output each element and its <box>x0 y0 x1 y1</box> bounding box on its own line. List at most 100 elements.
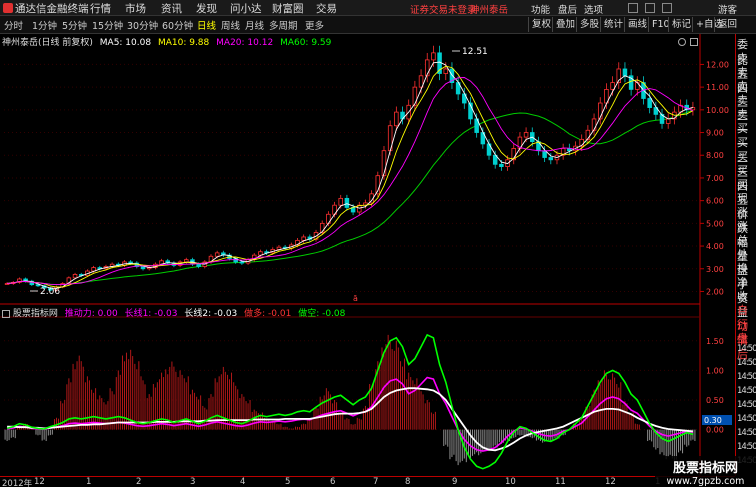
tab-period-more[interactable]: 更多 <box>305 18 324 32</box>
menu-item-wealth[interactable]: 财富圈 <box>272 1 304 16</box>
date-tick-label: 6 <box>330 477 336 487</box>
tab-period-daily[interactable]: 日线 <box>197 18 216 32</box>
price-tick-label: 10.00 <box>706 106 729 115</box>
indicator-legend: 股票指标网 推动力: 0.00 长线1: -0.03 长线2: -0.03 做多… <box>2 306 345 319</box>
tab-period-1min[interactable]: 1分钟 <box>32 18 57 32</box>
current-value-label: 0.30 <box>704 416 722 425</box>
candle-body <box>610 82 615 90</box>
price-tick-label: 7.00 <box>706 174 724 183</box>
menu-item-trade[interactable]: 交易 <box>316 1 337 16</box>
multi-stock-button[interactable]: 多股 <box>576 17 602 32</box>
date-tick-label: 11 <box>555 477 566 487</box>
price-tick-label: 8.00 <box>706 151 724 160</box>
indicator-tick-label: 1.00 <box>706 366 724 375</box>
menu-item-quotes[interactable]: 行情 <box>90 1 111 16</box>
candle-body <box>301 236 306 241</box>
price-tick-label: 2.00 <box>706 287 724 296</box>
date-tick-label: 12 <box>605 477 616 487</box>
window-restore-icon[interactable] <box>645 3 655 13</box>
candle-body <box>184 259 189 263</box>
draw-line-button[interactable]: 画线 <box>624 17 650 32</box>
candle-body <box>196 263 201 267</box>
menu-item-after-hours[interactable]: 盘后 <box>558 2 577 16</box>
tab-period-60min[interactable]: 60分钟 <box>162 18 193 32</box>
price-tick-label: 12.00 <box>706 60 729 69</box>
side-panel-item: 14:50 <box>737 428 756 438</box>
candle-body <box>548 157 554 161</box>
cursor-marker: ā <box>353 294 358 303</box>
date-tick-label: 9 <box>452 477 458 487</box>
menu-item-function[interactable]: 功能 <box>531 2 550 16</box>
menu-bar: 通达信金融终端 行情 市场 资讯 发现 问小达 财富圈 交易 证券交易未登录 神… <box>0 0 756 16</box>
indicator-tick-label: 1.50 <box>706 337 724 346</box>
indicator-long-label: 做多: -0.01 <box>244 309 292 319</box>
menu-item-options[interactable]: 选项 <box>584 2 603 16</box>
candle-body <box>443 68 449 74</box>
period-toolbar: 分时 1分钟 5分钟 15分钟 30分钟 60分钟 日线 周线 月线 多周期 更… <box>0 16 756 34</box>
side-panel-item: 14:50 <box>737 344 756 354</box>
tab-period-5min[interactable]: 5分钟 <box>62 18 87 32</box>
ma60-label: MA60: 9.59 <box>280 38 332 48</box>
indicator-name[interactable]: 股票指标网 <box>13 309 58 319</box>
candle-body <box>214 252 220 257</box>
menu-item-discover[interactable]: 发现 <box>196 1 217 16</box>
mark-button[interactable]: 标记 <box>668 17 694 32</box>
main-chart-legend: 神州泰岳(日线 前复权) MA5: 10.08 MA10: 9.88 MA20:… <box>2 35 331 48</box>
ma10-label: MA10: 9.88 <box>157 38 210 48</box>
back-button[interactable]: 返回 <box>714 17 740 32</box>
tab-period-weekly[interactable]: 周线 <box>221 18 240 32</box>
window-minimize-icon[interactable] <box>628 3 638 13</box>
candle-body <box>499 163 504 167</box>
overlay-button[interactable]: 叠加 <box>552 17 578 32</box>
candle-body <box>344 197 350 208</box>
tab-period-intraday[interactable]: 分时 <box>4 18 23 32</box>
date-tick-label: 3 <box>190 477 196 487</box>
trade-login-notice[interactable]: 证券交易未登录 <box>410 2 477 16</box>
chart-area[interactable]: 12.00 11.00 10.00 9.00 8.00 7.00 6.00 5.00 4.00 3… <box>0 34 735 476</box>
low-price-label: 2.06 <box>40 287 60 297</box>
quote-side-panel: 委比 卖五 卖四 卖三 卖二 卖一 买一 买二 买三 买四 买五 现价 涨跌 涨幅 总量 外盘 换手 净资 收益 自动… <box>735 34 756 476</box>
app-logo-icon <box>3 3 13 13</box>
date-tick-label: 7 <box>373 477 379 487</box>
date-tick-label: 2 <box>136 477 142 487</box>
statistics-button[interactable]: 统计 <box>600 17 626 32</box>
side-panel-item: 14:50 <box>737 358 756 368</box>
date-tick-label: 2012年 <box>2 479 33 487</box>
window-close-icon[interactable] <box>662 3 672 13</box>
date-tick-label: 8 <box>405 477 411 487</box>
indicator-icon[interactable] <box>2 309 10 318</box>
adjust-button[interactable]: 复权 <box>528 17 554 32</box>
main-chart-title: 神州泰岳(日线 前复权) <box>2 38 93 48</box>
settings-circle-icon[interactable] <box>678 38 686 46</box>
side-panel-item: 14:50 <box>737 400 756 410</box>
indicator-long2-label: 长线2: -0.03 <box>184 309 238 319</box>
tab-period-15min[interactable]: 15分钟 <box>92 18 123 32</box>
price-tick-label: 5.00 <box>706 219 724 228</box>
indicator-tick-label: 0.50 <box>706 396 724 405</box>
menu-item-ask[interactable]: 问小达 <box>230 1 262 16</box>
candle-body <box>647 98 652 108</box>
menu-item-news[interactable]: 资讯 <box>161 1 182 16</box>
menu-item-market[interactable]: 市场 <box>125 1 146 16</box>
price-tick-label: 6.00 <box>706 197 724 206</box>
candle-body <box>622 68 628 77</box>
date-tick-label: 4 <box>240 477 246 487</box>
app-title: 通达信金融终端 <box>15 3 89 15</box>
ma20-label: MA20: 10.12 <box>216 38 274 48</box>
side-panel-item: 14:50 <box>737 414 756 424</box>
candle-body <box>431 52 436 61</box>
user-label[interactable]: 游客 <box>718 2 737 16</box>
date-tick-label: 5 <box>285 477 291 487</box>
tab-period-monthly[interactable]: 月线 <box>245 18 264 32</box>
candle-body <box>591 118 597 131</box>
date-tick-label: 12 <box>34 477 45 487</box>
date-tick-label: 10 <box>505 477 516 487</box>
watermark-title: 股票指标网 <box>672 461 738 476</box>
candle-body <box>72 274 78 279</box>
candle-body <box>338 197 343 206</box>
expand-icon[interactable] <box>690 38 698 46</box>
tab-period-30min[interactable]: 30分钟 <box>127 18 158 32</box>
price-tick-label: 9.00 <box>706 129 724 138</box>
candle-body <box>128 261 133 264</box>
tab-period-multi[interactable]: 多周期 <box>269 18 298 32</box>
